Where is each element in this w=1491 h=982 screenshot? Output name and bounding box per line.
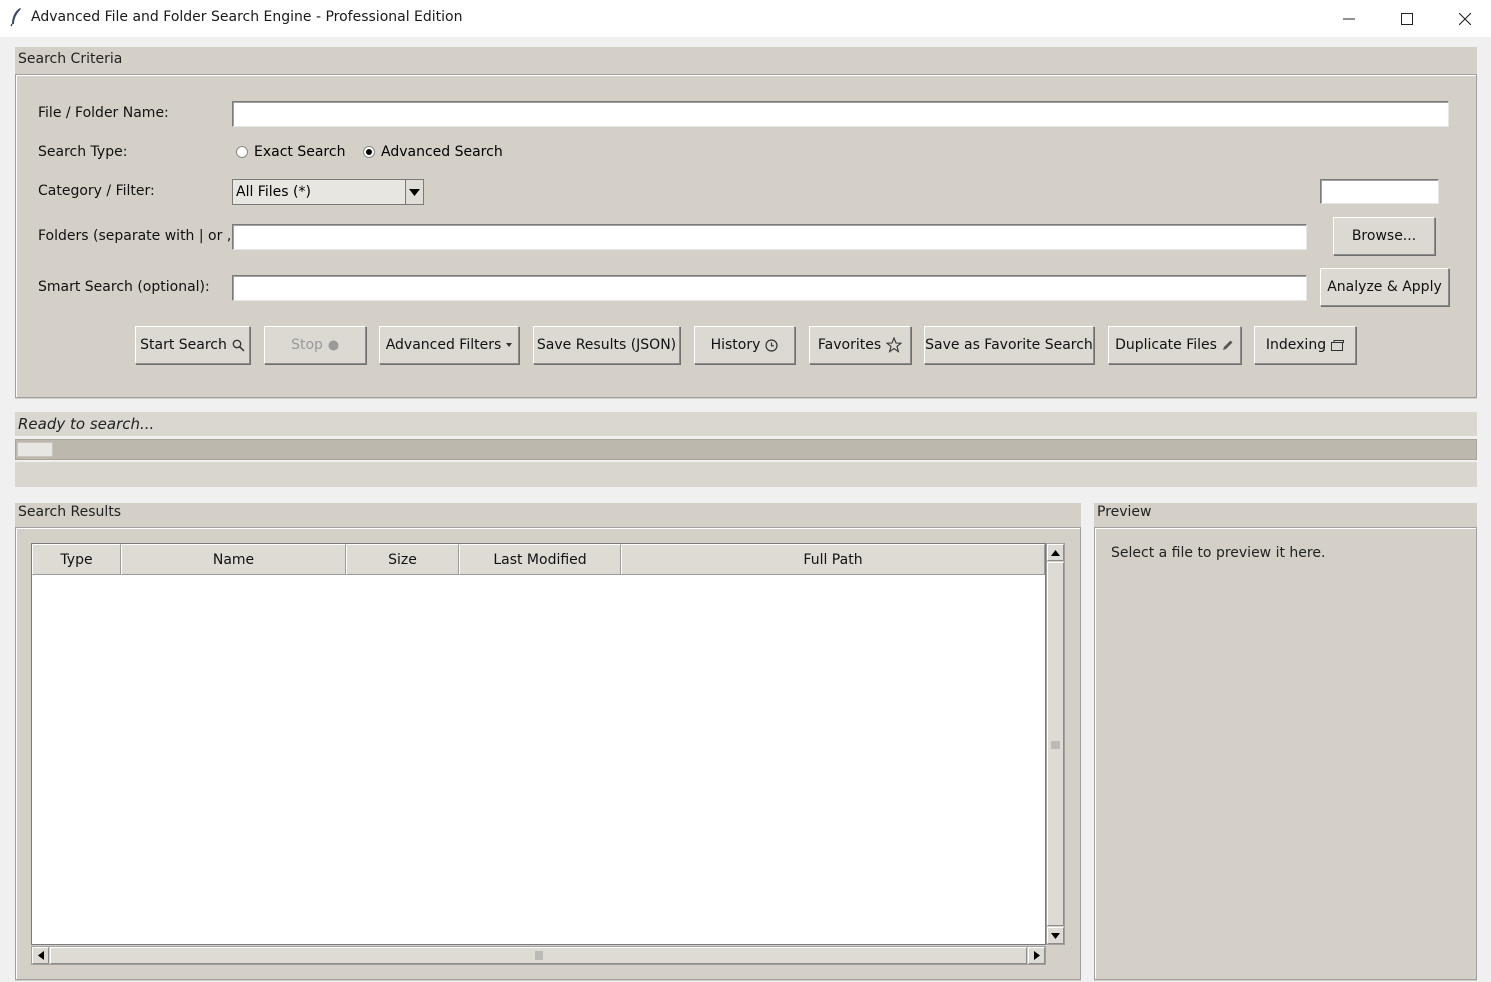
triangle-left-icon	[37, 951, 44, 960]
minimize-icon	[1343, 18, 1355, 19]
window-title: Advanced File and Folder Search Engine -…	[31, 9, 463, 25]
advanced-search-label: Advanced Search	[381, 144, 503, 160]
small-triangle-down-icon	[506, 343, 513, 347]
column-header-size[interactable]: Size	[346, 544, 459, 575]
grip-icon	[535, 951, 543, 960]
advanced-filters-label: Advanced Filters	[385, 337, 502, 353]
column-header-name[interactable]: Name	[121, 544, 346, 575]
stop-button[interactable]: Stop	[264, 326, 366, 364]
file-name-label: File / Folder Name:	[38, 105, 169, 121]
results-vertical-scrollbar[interactable]	[1046, 543, 1065, 945]
category-label: Category / Filter:	[38, 183, 155, 199]
window-icon	[1331, 339, 1345, 351]
scroll-left-button[interactable]	[32, 947, 49, 964]
title-bar: Advanced File and Folder Search Engine -…	[0, 0, 1491, 37]
save-results-json-label: Save Results (JSON)	[536, 337, 677, 353]
scroll-down-button[interactable]	[1047, 927, 1064, 944]
history-button[interactable]: History	[694, 326, 795, 364]
duplicate-files-label: Duplicate Files	[1115, 337, 1217, 353]
stop-label: Stop	[291, 337, 323, 353]
triangle-down-icon	[409, 188, 420, 196]
save-results-json-button[interactable]: Save Results (JSON)	[533, 326, 680, 364]
results-horizontal-scrollbar[interactable]	[31, 946, 1046, 965]
stop-dot-icon	[328, 340, 339, 350]
close-button[interactable]	[1436, 0, 1491, 37]
column-header-type[interactable]: Type	[32, 544, 121, 575]
browse-button[interactable]: Browse...	[1333, 217, 1435, 255]
duplicate-files-button[interactable]: Duplicate Files	[1108, 326, 1241, 364]
extra-filter-input[interactable]	[1320, 179, 1439, 204]
file-name-input[interactable]	[232, 101, 1449, 127]
clock-icon	[765, 338, 779, 352]
magnifier-icon	[232, 339, 245, 352]
radio-circle-icon	[236, 146, 248, 158]
history-label: History	[710, 337, 761, 353]
preview-frame	[1094, 527, 1477, 980]
preview-placeholder: Select a file to preview it here.	[1111, 545, 1326, 561]
scroll-up-button[interactable]	[1047, 544, 1064, 561]
progress-bar	[15, 439, 1477, 460]
results-table-header: Type Name Size Last Modified Full Path	[32, 544, 1045, 575]
radio-selected-icon	[363, 146, 375, 158]
maximize-button[interactable]	[1378, 0, 1436, 37]
category-value: All Files (*)	[236, 184, 311, 200]
indexing-button[interactable]: Indexing	[1254, 326, 1356, 364]
category-combobox[interactable]: All Files (*)	[232, 179, 424, 205]
favorites-button[interactable]: Favorites	[809, 326, 911, 364]
smart-search-label: Smart Search (optional):	[38, 279, 210, 295]
grip-icon	[1051, 741, 1060, 749]
triangle-up-icon	[1051, 549, 1060, 556]
feather-icon	[10, 8, 21, 27]
close-icon	[1459, 12, 1471, 25]
save-favorite-search-label: Save as Favorite Search	[925, 337, 1093, 353]
star-icon	[886, 337, 903, 353]
save-favorite-search-button[interactable]: Save as Favorite Search	[924, 326, 1094, 364]
start-search-label: Start Search	[140, 337, 227, 353]
column-header-full-path[interactable]: Full Path	[621, 544, 1045, 575]
exact-search-label: Exact Search	[254, 144, 346, 160]
column-header-last-modified[interactable]: Last Modified	[459, 544, 621, 575]
preview-group-label: Preview	[1097, 504, 1152, 520]
maximize-icon	[1401, 12, 1413, 25]
status-text: Ready to search...	[18, 415, 155, 433]
folders-input[interactable]	[232, 224, 1307, 250]
dropdown-arrow-button[interactable]	[405, 180, 423, 204]
horizontal-scroll-thumb[interactable]	[50, 947, 1027, 964]
search-type-label: Search Type:	[38, 144, 128, 160]
analyze-apply-label: Analyze & Apply	[1327, 279, 1442, 295]
indexing-label: Indexing	[1265, 337, 1327, 353]
status-bar: Ready to search...	[15, 412, 1477, 436]
advanced-search-radio[interactable]: Advanced Search	[363, 144, 503, 160]
exact-search-radio[interactable]: Exact Search	[236, 144, 345, 160]
progress-fill	[17, 442, 53, 457]
start-search-button[interactable]: Start Search	[135, 326, 250, 364]
pencil-icon	[1222, 340, 1233, 350]
separator-strip	[15, 462, 1477, 487]
browse-button-label: Browse...	[1351, 228, 1417, 244]
vertical-scroll-thumb[interactable]	[1047, 562, 1064, 926]
triangle-down-icon	[1051, 932, 1060, 939]
favorites-label: Favorites	[817, 337, 882, 353]
folders-label: Folders (separate with | or ,):	[38, 228, 242, 244]
analyze-apply-button[interactable]: Analyze & Apply	[1320, 268, 1449, 306]
smart-search-input[interactable]	[232, 275, 1307, 301]
triangle-right-icon	[1033, 951, 1040, 960]
results-group-label: Search Results	[18, 504, 122, 520]
scroll-right-button[interactable]	[1028, 947, 1045, 964]
results-table[interactable]: Type Name Size Last Modified Full Path	[31, 543, 1046, 945]
criteria-group-label: Search Criteria	[18, 51, 123, 67]
advanced-filters-button[interactable]: Advanced Filters	[379, 326, 519, 364]
minimize-button[interactable]	[1320, 0, 1378, 37]
